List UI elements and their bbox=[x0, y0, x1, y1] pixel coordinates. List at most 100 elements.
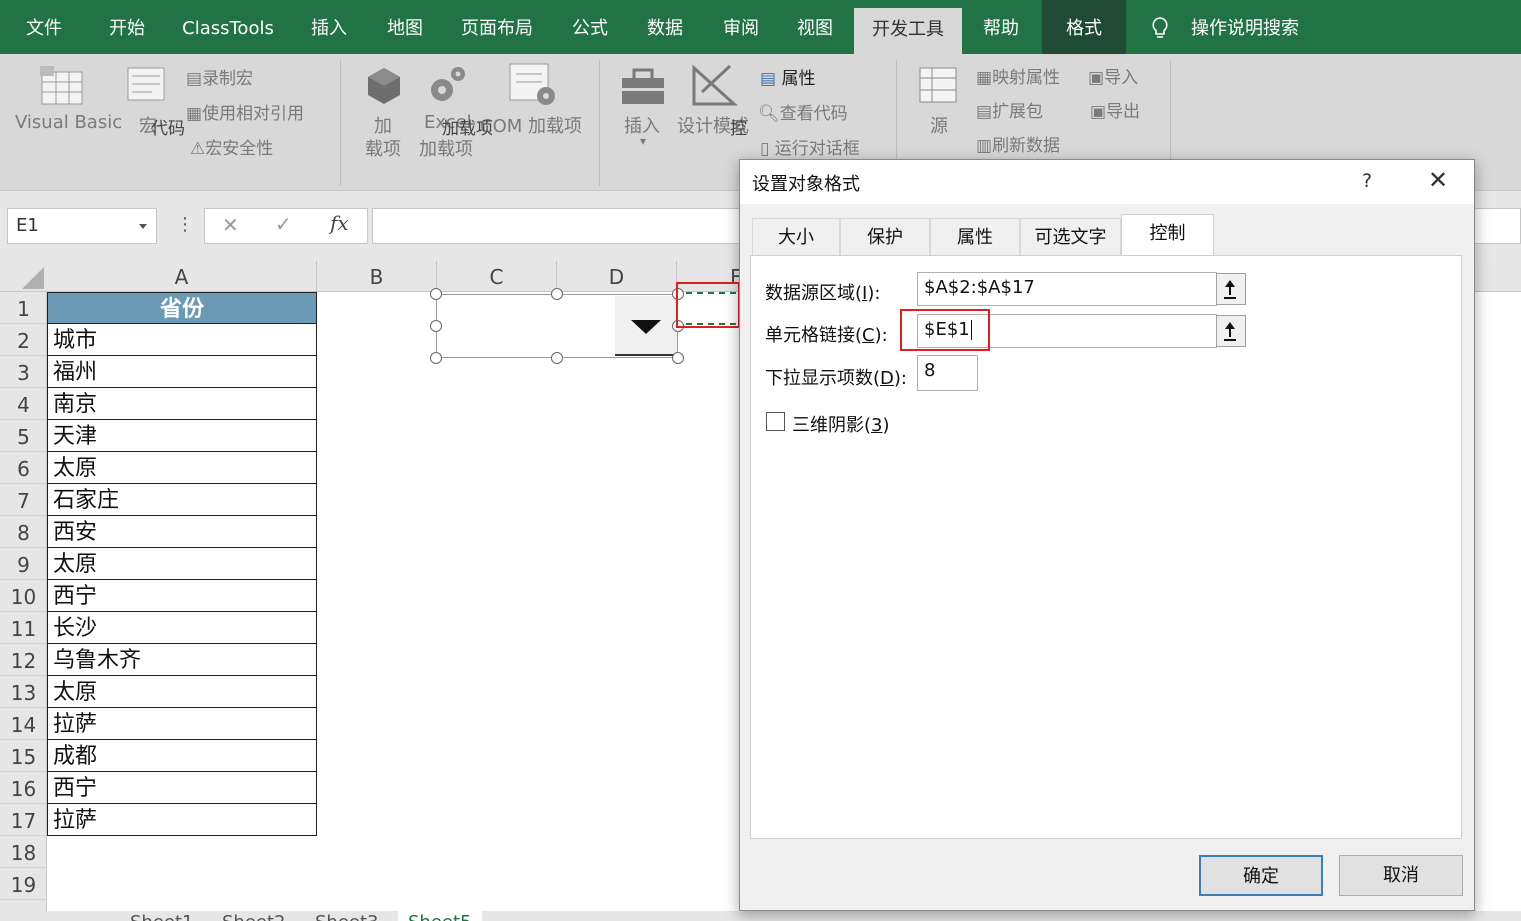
table-cell[interactable]: 天津 bbox=[47, 420, 317, 452]
map-properties-button[interactable]: ▦映射属性 bbox=[976, 63, 1060, 88]
resize-handle[interactable] bbox=[430, 288, 442, 300]
sheet-tab-3[interactable]: Sheet3 bbox=[315, 911, 379, 921]
column-header-c[interactable]: C bbox=[437, 261, 557, 292]
table-cell[interactable]: 太原 bbox=[47, 452, 317, 484]
help-button[interactable]: ? bbox=[1362, 170, 1372, 192]
tab-review[interactable]: 审阅 bbox=[704, 0, 778, 54]
row-header[interactable]: 9 bbox=[0, 548, 47, 580]
tell-me-search[interactable]: 操作说明搜索 bbox=[1180, 0, 1310, 54]
expansion-packs-button[interactable]: ▤扩展包 bbox=[976, 97, 1043, 122]
tab-help[interactable]: 帮助 bbox=[964, 0, 1038, 54]
tab-format[interactable]: 格式 bbox=[1042, 0, 1126, 54]
table-cell[interactable]: 南京 bbox=[47, 388, 317, 420]
xml-source-button[interactable]: 源 bbox=[930, 112, 948, 138]
com-addins-button[interactable]: COM 加载项 bbox=[480, 112, 582, 138]
row-header[interactable]: 16 bbox=[0, 772, 47, 804]
row-header[interactable]: 2 bbox=[0, 324, 47, 356]
close-icon[interactable]: ✕ bbox=[1428, 168, 1448, 192]
tab-page-layout[interactable]: 页面布局 bbox=[448, 0, 546, 54]
table-cell[interactable]: 拉萨 bbox=[47, 708, 317, 740]
table-cell[interactable]: 长沙 bbox=[47, 612, 317, 644]
row-header[interactable]: 8 bbox=[0, 516, 47, 548]
row-header[interactable]: 12 bbox=[0, 644, 47, 676]
table-cell[interactable]: 拉萨 bbox=[47, 804, 317, 836]
tab-data[interactable]: 数据 bbox=[628, 0, 702, 54]
macro-security-button[interactable]: ⚠宏安全性 bbox=[190, 134, 273, 159]
dialog-tab-protection[interactable]: 保护 bbox=[840, 218, 930, 255]
column-header-a[interactable]: A bbox=[47, 261, 317, 292]
view-code-button[interactable]: 🔍︎查看代码 bbox=[758, 99, 848, 124]
tab-map[interactable]: 地图 bbox=[368, 0, 442, 54]
table-cell[interactable]: 西宁 bbox=[47, 580, 317, 612]
table-cell[interactable]: 西安 bbox=[47, 516, 317, 548]
run-dialog-button[interactable]: ▯ 运行对话框 bbox=[760, 134, 860, 159]
row-header[interactable]: 6 bbox=[0, 452, 47, 484]
relative-reference-button[interactable]: ▦使用相对引用 bbox=[186, 99, 304, 124]
row-header[interactable]: 19 bbox=[0, 868, 47, 900]
table-cell[interactable]: 成都 bbox=[47, 740, 317, 772]
row-header[interactable]: 13 bbox=[0, 676, 47, 708]
row-header[interactable]: 7 bbox=[0, 484, 47, 516]
resize-handle[interactable] bbox=[551, 352, 563, 364]
row-header[interactable]: 14 bbox=[0, 708, 47, 740]
dropdown-lines-field[interactable]: 8 bbox=[917, 355, 978, 391]
row-header[interactable]: 1 bbox=[0, 292, 47, 324]
resize-handle[interactable] bbox=[430, 352, 442, 364]
name-box-dropdown-icon[interactable] bbox=[139, 224, 147, 229]
input-range-field[interactable]: $A$2:$A$17 bbox=[917, 272, 1217, 306]
refresh-data-button[interactable]: ▥刷新数据 bbox=[976, 131, 1060, 156]
table-cell[interactable]: 西宁 bbox=[47, 772, 317, 804]
table-cell[interactable]: 乌鲁木齐 bbox=[47, 644, 317, 676]
addins-button[interactable]: 载项 bbox=[365, 135, 401, 161]
column-header-d[interactable]: D bbox=[557, 261, 677, 292]
enter-formula-button[interactable]: ✓ bbox=[275, 212, 292, 236]
row-header[interactable]: 15 bbox=[0, 740, 47, 772]
insert-function-button[interactable]: fx bbox=[330, 211, 349, 235]
dialog-tab-size[interactable]: 大小 bbox=[752, 218, 840, 255]
table-cell[interactable]: 太原 bbox=[47, 548, 317, 580]
select-all-corner[interactable] bbox=[0, 261, 47, 292]
sheet-tab-1[interactable]: Sheet1 bbox=[130, 911, 194, 921]
tab-file[interactable]: 文件 bbox=[8, 0, 80, 54]
resize-handle[interactable] bbox=[430, 320, 442, 332]
tab-formulas[interactable]: 公式 bbox=[554, 0, 626, 54]
table-cell[interactable]: 福州 bbox=[47, 356, 317, 388]
export-button[interactable]: ▣导出 bbox=[1090, 97, 1140, 122]
row-header[interactable]: 5 bbox=[0, 420, 47, 452]
resize-handle[interactable] bbox=[672, 352, 684, 364]
3d-shading-checkbox[interactable] bbox=[766, 412, 785, 431]
row-header[interactable]: 18 bbox=[0, 836, 47, 868]
collapse-link-button[interactable] bbox=[1216, 315, 1246, 347]
column-header-b[interactable]: B bbox=[317, 261, 437, 292]
resize-handle[interactable] bbox=[551, 288, 563, 300]
row-header[interactable]: 3 bbox=[0, 356, 47, 388]
header-cell[interactable]: 省份 bbox=[47, 292, 317, 324]
tab-classtools[interactable]: ClassTools bbox=[172, 0, 284, 54]
tab-home[interactable]: 开始 bbox=[90, 0, 164, 54]
visual-basic-button[interactable]: Visual Basic bbox=[15, 112, 122, 133]
tab-view[interactable]: 视图 bbox=[778, 0, 852, 54]
row-header[interactable]: 17 bbox=[0, 804, 47, 836]
table-cell[interactable]: 石家庄 bbox=[47, 484, 317, 516]
cancel-button[interactable]: 取消 bbox=[1339, 855, 1463, 896]
row-header[interactable]: 10 bbox=[0, 580, 47, 612]
more-options-icon[interactable]: ⋮ bbox=[176, 214, 194, 235]
ok-button[interactable]: 确定 bbox=[1199, 855, 1323, 896]
row-header[interactable]: 4 bbox=[0, 388, 47, 420]
dialog-tab-properties[interactable]: 属性 bbox=[930, 218, 1020, 255]
import-button[interactable]: ▣导入 bbox=[1088, 63, 1138, 88]
name-box[interactable]: E1 bbox=[7, 208, 157, 244]
dialog-tab-alt-text[interactable]: 可选文字 bbox=[1020, 218, 1121, 255]
record-macro-button[interactable]: ▤录制宏 bbox=[186, 64, 253, 89]
dialog-tab-control[interactable]: 控制 bbox=[1121, 214, 1214, 256]
tab-developer[interactable]: 开发工具 bbox=[854, 8, 962, 54]
properties-button[interactable]: ▤ 属性 bbox=[760, 64, 815, 89]
collapse-range-button[interactable] bbox=[1216, 273, 1246, 305]
cancel-formula-button[interactable]: ✕ bbox=[222, 213, 239, 237]
tab-insert[interactable]: 插入 bbox=[292, 0, 366, 54]
table-cell[interactable]: 城市 bbox=[47, 324, 317, 356]
table-cell[interactable]: 太原 bbox=[47, 676, 317, 708]
sheet-tab-2[interactable]: Sheet2 bbox=[222, 911, 286, 921]
row-header[interactable]: 11 bbox=[0, 612, 47, 644]
sheet-tab-5[interactable]: Sheet5 bbox=[398, 911, 482, 921]
